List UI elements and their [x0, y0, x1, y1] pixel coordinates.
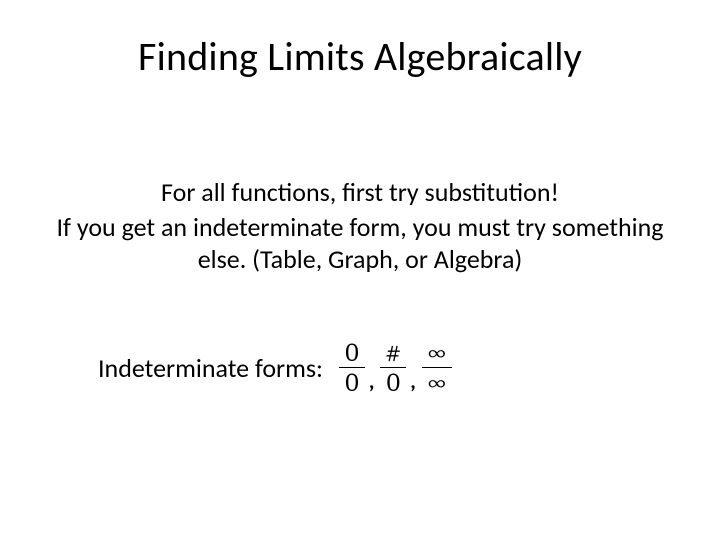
slide-title: Finding Limits Algebraically: [0, 32, 720, 81]
fraction-1: 0 0: [339, 338, 365, 397]
separator-1: ,: [367, 367, 378, 397]
fraction-2-numerator: #: [380, 338, 406, 367]
indeterminate-forms-label: Indeterminate forms:: [98, 352, 323, 384]
fraction-1-numerator: 0: [339, 338, 365, 367]
body-line-1: For all functions, first try substitutio…: [48, 176, 672, 209]
indeterminate-forms-expressions: 0 0 , # 0 , ∞ ∞: [337, 338, 454, 397]
indeterminate-forms-row: Indeterminate forms: 0 0 , # 0 , ∞ ∞: [98, 338, 660, 397]
fraction-3-numerator: ∞: [422, 338, 452, 367]
fraction-3-denominator: ∞: [422, 368, 452, 397]
fraction-2-denominator: 0: [380, 368, 406, 397]
fraction-2: # 0: [380, 338, 406, 397]
separator-2: ,: [408, 367, 419, 397]
slide: Finding Limits Algebraically For all fun…: [0, 0, 720, 540]
body-line-2: If you get an indeterminate form, you mu…: [48, 211, 672, 276]
fraction-1-denominator: 0: [339, 368, 365, 397]
fraction-3: ∞ ∞: [422, 338, 452, 397]
slide-body: For all functions, first try substitutio…: [48, 176, 672, 276]
